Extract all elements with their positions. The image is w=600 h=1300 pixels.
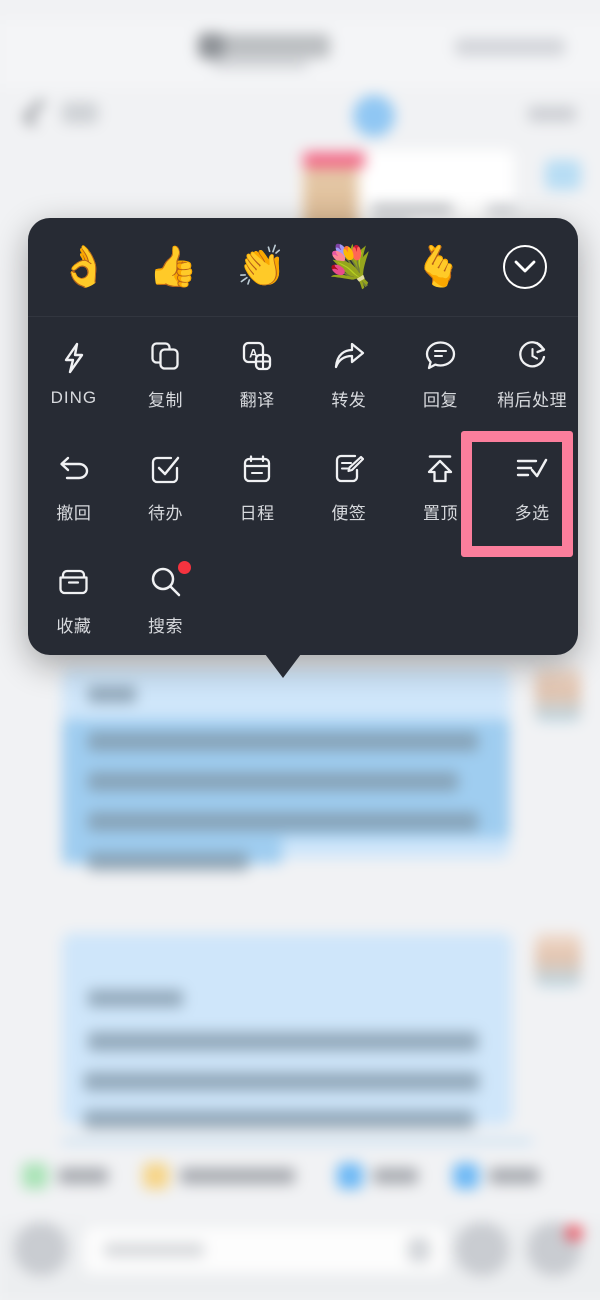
bubble2-line-2 <box>84 1072 479 1091</box>
message-context-menu: 👌 👍 👏 💐 🫰 DING 复制 A 翻译 转发 回复 稍后处理 撤回 待办 … <box>28 218 578 655</box>
action-grid: DING 复制 A 翻译 转发 回复 稍后处理 撤回 待办 日程 便签 置顶 多… <box>28 318 578 657</box>
finger-heart-emoji[interactable]: 🫰 <box>414 247 464 287</box>
message-bubble-2[interactable] <box>62 933 512 1125</box>
action-handle-later[interactable]: 稍后处理 <box>486 318 578 431</box>
undo-arrow-icon <box>57 452 91 486</box>
chevron-down-circle-button[interactable] <box>502 245 547 289</box>
copy-icon <box>148 339 182 373</box>
action-label: 日程 <box>239 503 275 523</box>
clock-rotate-icon <box>515 339 549 373</box>
top-right-action[interactable] <box>455 38 565 56</box>
reply-bubble-icon <box>423 339 457 373</box>
action-multi-select[interactable]: 多选 <box>486 431 578 544</box>
action-recall[interactable]: 撤回 <box>28 431 120 544</box>
translate-icon: A <box>240 339 274 373</box>
voice-button[interactable] <box>14 1222 68 1276</box>
action-pin-top[interactable]: 置顶 <box>395 431 487 544</box>
ok-hand-emoji[interactable]: 👌 <box>59 247 109 287</box>
action-label: 多选 <box>514 503 550 523</box>
action-schedule[interactable]: 日程 <box>211 431 303 544</box>
action-label: 翻译 <box>239 390 275 410</box>
action-label: 转发 <box>331 390 367 410</box>
message-input-placeholder <box>104 1243 204 1257</box>
action-label: 稍后处理 <box>497 390 568 410</box>
flower-hand-emoji[interactable]: 💐 <box>325 247 375 287</box>
emoji-button[interactable] <box>408 1238 430 1262</box>
action-label: 便签 <box>331 503 367 523</box>
bubble1-line-1 <box>88 732 478 751</box>
action-translate[interactable]: A 翻译 <box>211 318 303 431</box>
bubble1-line-4 <box>88 852 248 871</box>
forward-arrow-icon <box>332 339 366 373</box>
action-label: DING <box>50 388 98 407</box>
bubble1-line-0 <box>88 686 136 703</box>
chat-title <box>200 34 330 58</box>
chat-subtitle <box>212 60 308 69</box>
grid-empty-cell-2 <box>303 544 395 657</box>
quick-chip-label-4[interactable] <box>489 1168 539 1184</box>
back-label[interactable] <box>62 102 98 124</box>
quick-chip-icon-2[interactable] <box>143 1163 169 1189</box>
multi-select-icon <box>515 452 549 486</box>
pin-up-arrow-icon <box>423 452 457 486</box>
grid-empty-cell-3 <box>395 544 487 657</box>
reaction-row: 👌 👍 👏 💐 🫰 <box>28 218 578 317</box>
folder-icon <box>57 565 91 599</box>
quick-chip-label-1[interactable] <box>58 1168 108 1184</box>
note-pencil-icon <box>332 452 366 486</box>
quick-chip-label-3[interactable] <box>373 1168 418 1184</box>
clapping-hands-emoji[interactable]: 👏 <box>237 247 287 287</box>
action-label: 待办 <box>147 503 183 523</box>
action-label: 回复 <box>422 390 458 410</box>
grid-empty-cell-1 <box>211 544 303 657</box>
action-reply[interactable]: 回复 <box>395 318 487 431</box>
action-todo[interactable]: 待办 <box>120 431 212 544</box>
bubble2-line-3 <box>84 1110 474 1129</box>
bubble2-line-0 <box>88 990 183 1007</box>
action-label: 搜索 <box>147 616 183 636</box>
product-card-title <box>371 205 453 213</box>
action-label: 撤回 <box>56 503 92 523</box>
action-ding[interactable]: DING <box>28 318 120 431</box>
bubble1-line-2 <box>88 772 458 791</box>
action-note[interactable]: 便签 <box>303 431 395 544</box>
bubble2-line-1 <box>88 1032 478 1051</box>
action-search[interactable]: 搜索 <box>120 544 212 657</box>
quick-reply-divider <box>62 1140 532 1143</box>
action-label: 收藏 <box>56 616 92 636</box>
grid-empty-cell-4 <box>486 544 578 657</box>
search-icon <box>148 560 192 599</box>
action-forward[interactable]: 转发 <box>303 318 395 431</box>
thumbs-up-emoji[interactable]: 👍 <box>148 247 198 287</box>
bubble1-line-3 <box>88 812 478 831</box>
chevron-down-icon <box>514 260 535 273</box>
action-favorite[interactable]: 收藏 <box>28 544 120 657</box>
context-menu-tail <box>262 650 304 678</box>
checkbox-check-icon <box>148 452 182 486</box>
product-card-tag <box>303 152 365 168</box>
screen: 七天无理由退货 15:23 <box>0 0 600 1300</box>
quick-chip-icon-3[interactable] <box>337 1163 363 1189</box>
quick-chip-icon-1[interactable] <box>22 1163 48 1189</box>
action-label: 置顶 <box>422 503 458 523</box>
quick-chip-icon-4[interactable] <box>453 1163 479 1189</box>
ding-compose-badge <box>566 1226 582 1240</box>
more-button[interactable] <box>455 1222 509 1276</box>
action-label: 复制 <box>147 390 183 410</box>
sender-avatar-2[interactable] <box>535 933 581 987</box>
lightning-icon <box>57 341 91 375</box>
message-right-label <box>528 106 576 122</box>
sender-avatar-1[interactable] <box>535 668 581 722</box>
message-blue-avatar <box>353 95 395 137</box>
calendar-icon <box>240 452 274 486</box>
message-blue-chip <box>545 160 581 190</box>
quick-chip-label-2[interactable] <box>180 1168 295 1184</box>
search-notification-badge <box>178 560 192 574</box>
product-card-button[interactable] <box>487 205 515 215</box>
action-copy[interactable]: 复制 <box>120 318 212 431</box>
